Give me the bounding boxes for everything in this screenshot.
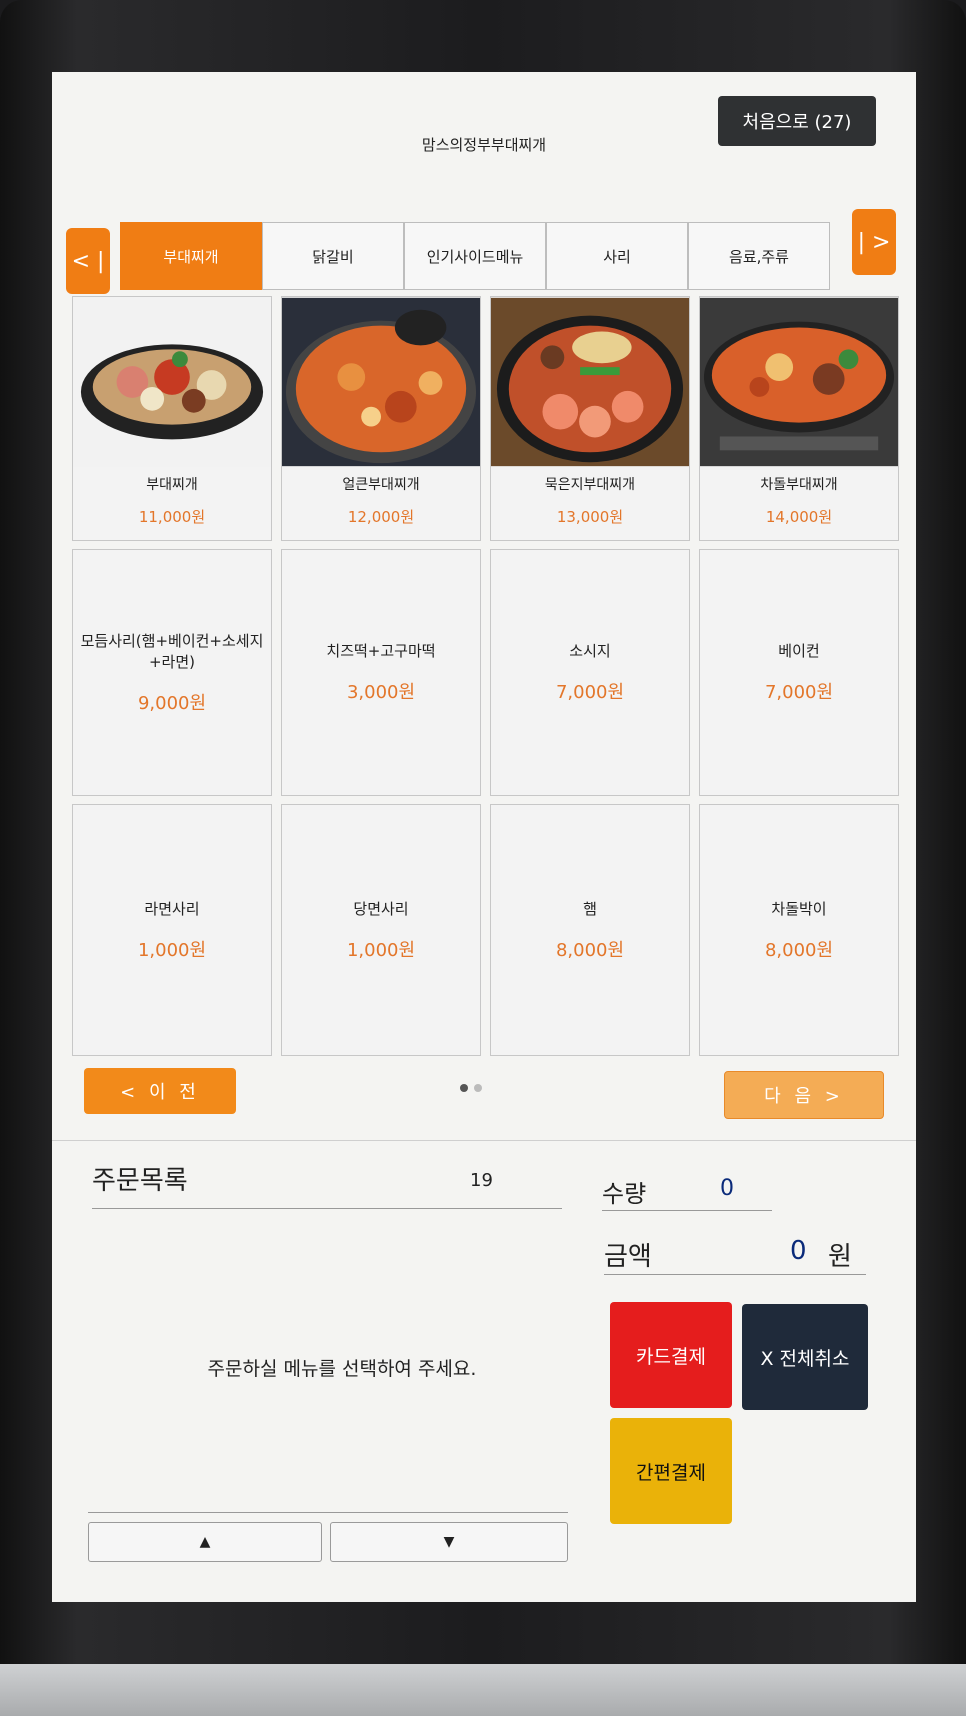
order-list-underline: [92, 1208, 562, 1209]
amount-label: 금액: [604, 1242, 652, 1272]
menu-item[interactable]: 차돌부대찌개 14,000원: [699, 296, 899, 541]
menu-item[interactable]: 라면사리 1,000원: [72, 804, 272, 1056]
menu-item-name: 소시지: [569, 642, 611, 660]
scroll-up-button[interactable]: ▲: [88, 1522, 322, 1562]
menu-item-name: 당면사리: [353, 899, 409, 918]
menu-item-price: 13,000원: [556, 508, 624, 526]
menu-item-name: 차돌부대찌개: [760, 477, 838, 493]
prev-page-button[interactable]: < 이 전: [84, 1068, 236, 1114]
menu-item-name: 라면사리: [144, 899, 200, 918]
spicy-jjigae-icon: [282, 297, 480, 467]
tab-popular-sides[interactable]: 인기사이드메뉴: [404, 222, 546, 290]
menu-item-price: 1,000원: [346, 939, 416, 961]
menu-item-price: 3,000원: [346, 682, 416, 703]
menu-item-name: 부대찌개: [146, 477, 198, 493]
cancel-all-button[interactable]: X 전체취소: [742, 1304, 868, 1410]
menu-item-name: 베이컨: [778, 642, 820, 660]
menu-item-price: 12,000원: [347, 508, 415, 526]
quantity-underline: [602, 1210, 772, 1211]
tab-budae-jjigae[interactable]: 부대찌개: [120, 222, 262, 290]
menu-item-name: 모듬사리(햄+베이컨+소세지+라면): [80, 631, 264, 671]
menu-item-price: 14,000원: [765, 508, 833, 526]
menu-item-name: 치즈떡+고구마떡: [326, 642, 436, 660]
kimchi-jjigae-icon: [491, 297, 689, 467]
tab-sari[interactable]: 사리: [546, 222, 688, 290]
card-payment-button[interactable]: 카드결제: [610, 1302, 732, 1408]
kiosk-screen: 맘스의정부부대찌개 처음으로 (27) < | 부대찌개 닭갈비 인기사이드메뉴…: [52, 72, 916, 1602]
menu-item[interactable]: 묵은지부대찌개 13,000원: [490, 296, 690, 541]
menu-grid: 부대찌개 11,000원 얼큰부대찌개 12,000원 묵은지부대찌개 13,0…: [72, 296, 900, 1056]
menu-item[interactable]: 모듬사리(햄+베이컨+소세지+라면) 9,000원: [72, 549, 272, 796]
menu-item-price: 1,000원: [137, 939, 207, 961]
quantity-label: 수량: [602, 1180, 647, 1208]
order-list-title: 주문목록: [92, 1166, 188, 1196]
page-dot: [474, 1084, 482, 1092]
kiosk-stand: [0, 1664, 966, 1716]
menu-item-price: 8,000원: [555, 939, 625, 961]
page-indicator: [460, 1084, 482, 1092]
menu-item[interactable]: 얼큰부대찌개 12,000원: [281, 296, 481, 541]
scroll-divider: [88, 1512, 568, 1513]
bowl-jjigae-icon: [73, 297, 271, 467]
tab-prev-arrow[interactable]: < |: [66, 228, 110, 294]
order-list-count: 19: [470, 1170, 493, 1191]
tab-drinks[interactable]: 음료,주류: [688, 222, 830, 290]
amount-unit: 원: [828, 1242, 852, 1272]
menu-item-price: 7,000원: [764, 682, 834, 703]
easy-payment-button[interactable]: 간편결제: [610, 1418, 732, 1524]
quantity-value: 0: [720, 1176, 734, 1201]
section-divider: [52, 1140, 916, 1141]
category-tabs: 부대찌개 닭갈비 인기사이드메뉴 사리 음료,주류: [120, 222, 830, 290]
order-empty-message: 주문하실 메뉴를 선택하여 주세요.: [207, 1358, 477, 1380]
menu-item[interactable]: 베이컨 7,000원: [699, 549, 899, 796]
brisket-jjigae-icon: [700, 297, 898, 467]
menu-item-price: 11,000원: [138, 508, 206, 526]
amount-underline: [604, 1274, 866, 1275]
menu-item[interactable]: 차돌박이 8,000원: [699, 804, 899, 1056]
menu-item-name: 햄: [583, 899, 597, 918]
menu-item-price: 7,000원: [555, 682, 625, 703]
menu-item-price: 8,000원: [764, 939, 834, 961]
tab-dakgalbi[interactable]: 닭갈비: [262, 222, 404, 290]
menu-item-name: 묵은지부대찌개: [544, 477, 636, 493]
page-dot-active: [460, 1084, 468, 1092]
amount-value: 0: [790, 1236, 807, 1266]
menu-item[interactable]: 햄 8,000원: [490, 804, 690, 1056]
menu-item[interactable]: 부대찌개 11,000원: [72, 296, 272, 541]
menu-item-price: 9,000원: [137, 692, 207, 714]
menu-item-name: 얼큰부대찌개: [342, 477, 420, 493]
next-page-button[interactable]: 다 음 >: [724, 1071, 884, 1119]
menu-item[interactable]: 소시지 7,000원: [490, 549, 690, 796]
home-button[interactable]: 처음으로 (27): [718, 96, 876, 146]
menu-item[interactable]: 당면사리 1,000원: [281, 804, 481, 1056]
tab-next-arrow[interactable]: | >: [852, 209, 896, 275]
scroll-down-button[interactable]: ▼: [330, 1522, 568, 1562]
menu-item[interactable]: 치즈떡+고구마떡 3,000원: [281, 549, 481, 796]
menu-item-name: 차돌박이: [771, 899, 827, 918]
